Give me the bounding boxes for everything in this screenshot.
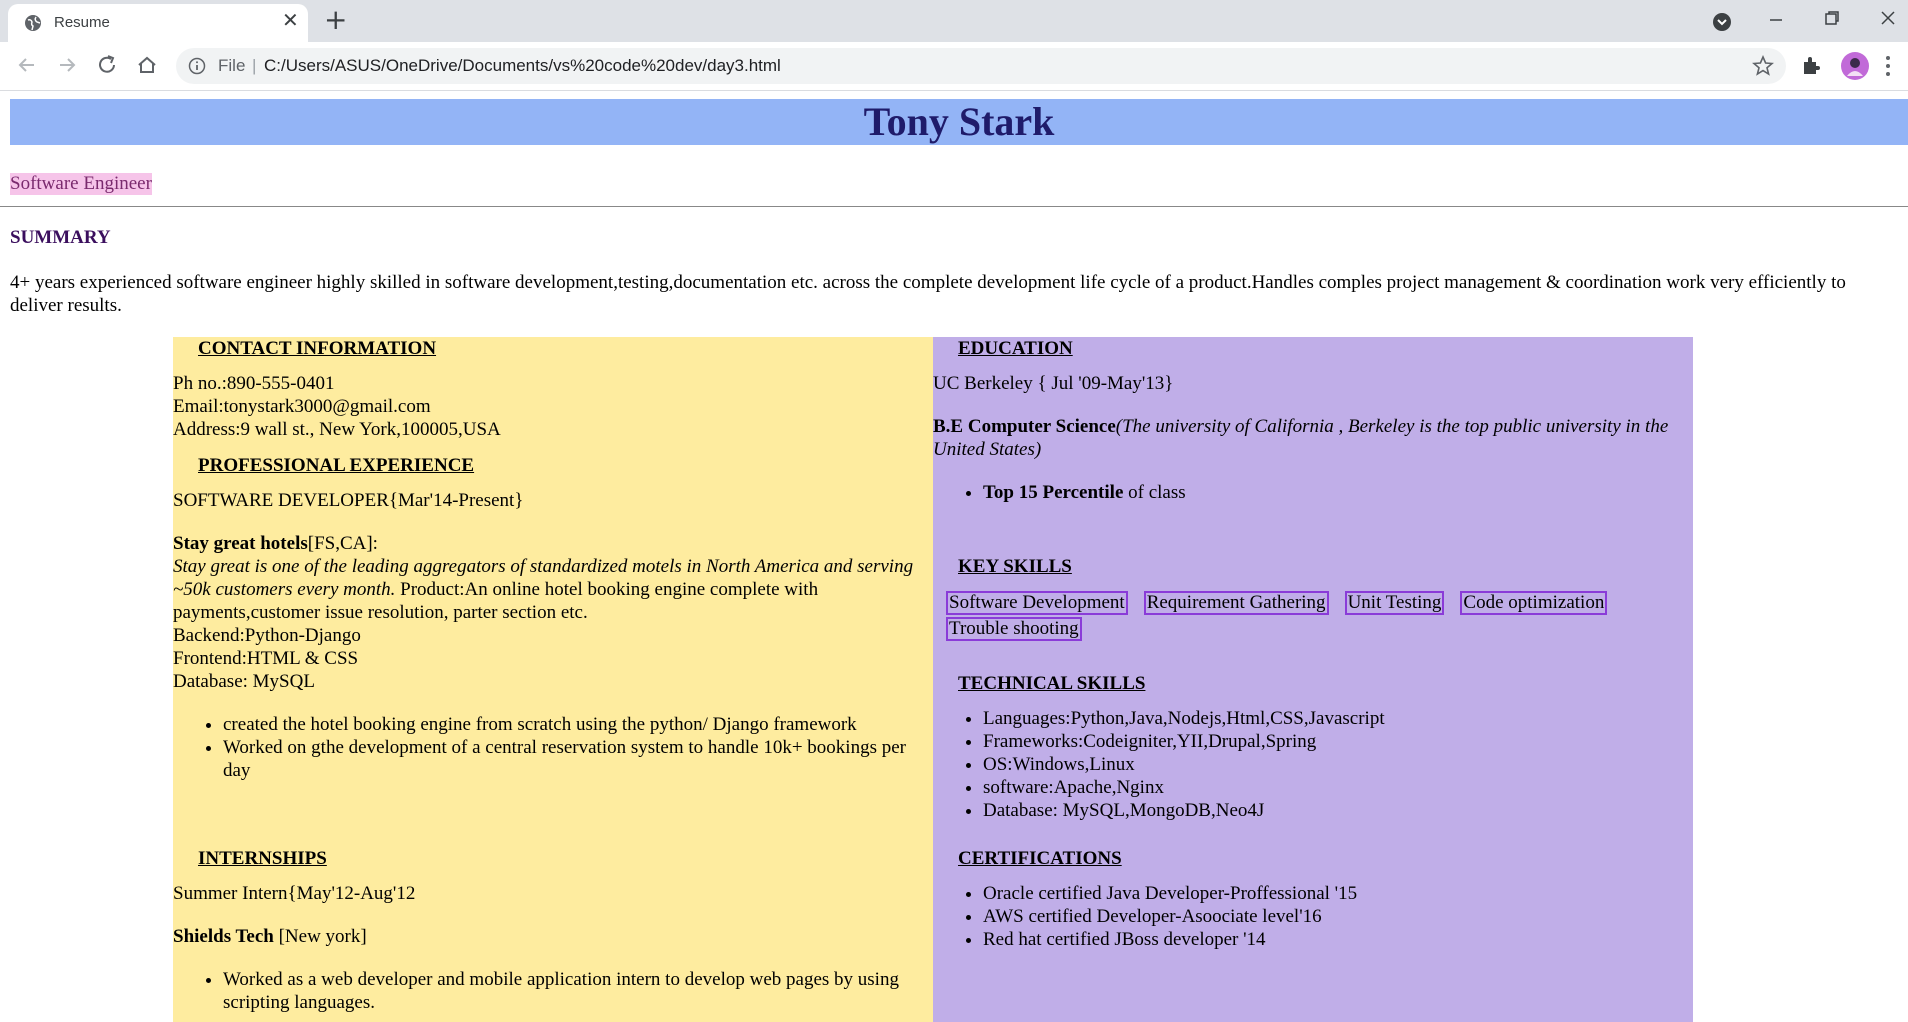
list-item: Database: MySQL,MongoDB,Neo4J [983,799,1683,822]
list-item: Top 15 Percentile of class [983,481,1683,504]
list-item: AWS certified Developer-Asoociate level'… [983,905,1683,928]
list-item: Worked on gthe development of a central … [223,736,923,782]
list-item: Worked as a web developer and mobile app… [223,968,923,1014]
left-column: CONTACT INFORMATION Ph no.:890-555-0401 … [173,337,933,1022]
back-icon[interactable] [14,52,40,78]
info-icon[interactable] [188,57,206,75]
education-degree: B.E Computer Science [933,416,1116,437]
skill-badge: Trouble shooting [946,617,1082,641]
skill-badge: Software Development [946,591,1128,615]
education-school: UC Berkeley { Jul '09-May'13} [933,373,1174,394]
skill-badge: Code optimization [1460,591,1608,615]
experience-backend: Backend:Python-Django [173,625,361,646]
education-degree-line: B.E Computer Science(The university of C… [933,415,1683,461]
home-icon[interactable] [134,52,160,78]
experience-position: SOFTWARE DEVELOPER{Mar'14-Present} [173,490,524,511]
experience-company: Stay great hotels [173,533,308,554]
address-url[interactable]: C:/Users/ASUS/OneDrive/Documents/vs%20co… [264,56,781,76]
experience-bullets: created the hotel booking engine from sc… [173,713,923,782]
browser-toolbar: File | C:/Users/ASUS/OneDrive/Documents/… [0,42,1908,91]
tab-search-icon[interactable] [1712,12,1732,32]
restore-icon[interactable] [1824,10,1840,26]
close-window-icon[interactable] [1880,10,1896,26]
experience-company-location: [FS,CA]: [307,533,378,554]
contact-heading: CONTACT INFORMATION [198,338,437,359]
list-item: created the hotel booking engine from sc… [223,713,923,736]
internship-company: Shields Tech [173,926,274,947]
technical-skills-heading: TECHNICAL SKILLS [958,673,1146,694]
key-skills-heading: KEY SKILLS [958,556,1072,577]
profile-icon [1847,58,1863,76]
minimize-icon[interactable] [1768,12,1784,28]
reload-icon[interactable] [94,52,120,78]
list-item: OS:Windows,Linux [983,753,1683,776]
list-item: Languages:Python,Java,Nodejs,Html,CSS,Ja… [983,707,1683,730]
internship-company-location: [New york] [273,926,367,947]
skill-badge: Unit Testing [1344,591,1445,615]
tab-title: Resume [54,14,110,31]
technical-skills-list: Languages:Python,Java,Nodejs,Html,CSS,Ja… [933,707,1683,822]
forward-icon[interactable] [54,52,80,78]
page-content: Tony Stark Software Engineer SUMMARY 4+ … [0,91,1908,1022]
experience-company-line: Stay great hotels[FS,CA]: [173,532,378,555]
bookmark-star-icon[interactable] [1752,55,1774,77]
internship-bullets: Worked as a web developer and mobile app… [173,968,923,1014]
experience-heading: PROFESSIONAL EXPERIENCE [198,455,475,476]
more-menu-icon[interactable] [1884,52,1892,80]
address-bar[interactable]: File | C:/Users/ASUS/OneDrive/Documents/… [176,48,1786,84]
experience-frontend: Frontend:HTML & CSS [173,648,359,669]
education-percentile: Top 15 Percentile [983,482,1124,503]
skill-badge: Requirement Gathering [1143,591,1329,615]
tab-close-icon[interactable]: ✕ [282,11,299,31]
address-separator: | [252,56,257,75]
profile-avatar[interactable] [1841,52,1869,80]
right-column: EDUCATION UC Berkeley { Jul '09-May'13} … [933,337,1693,1022]
tab-bar: Resume ✕ + [0,0,1908,42]
experience-description: Stay great is one of the leading aggrega… [173,555,923,624]
address-scheme: File [218,56,246,75]
key-skills-list: Software Development Requirement Gatherin… [946,591,1676,643]
tab-resume[interactable]: Resume ✕ [8,4,308,42]
summary-heading: SUMMARY [10,227,111,248]
contact-address: Address:9 wall st., New York,100005,USA [173,419,501,440]
list-item: Red hat certified JBoss developer '14 [983,928,1683,951]
resume-name-banner: Tony Stark [10,99,1908,145]
summary-text: 4+ years experienced software engineer h… [10,272,1846,316]
divider [0,206,1908,207]
contact-phone: Ph no.:890-555-0401 [173,373,335,394]
education-heading: EDUCATION [958,338,1073,359]
internships-heading: INTERNSHIPS [198,848,327,869]
internship-company-line: Shields Tech [New york] [173,925,367,948]
education-percentile-rest: of class [1123,482,1186,503]
extensions-icon[interactable] [1800,53,1824,77]
list-item: Frameworks:Codeigniter,YII,Drupal,Spring [983,730,1683,753]
globe-icon [25,15,41,31]
experience-database: Database: MySQL [173,671,315,692]
certifications-list: Oracle certified Java Developer-Proffess… [933,882,1683,951]
education-bullets: Top 15 Percentile of class [933,481,1683,504]
resume-role: Software Engineer [10,173,152,195]
list-item: software:Apache,Nginx [983,776,1683,799]
certifications-heading: CERTIFICATIONS [958,848,1122,869]
new-tab-icon[interactable]: + [324,6,347,34]
contact-email: Email:tonystark3000@gmail.com [173,396,431,417]
list-item: Oracle certified Java Developer-Proffess… [983,882,1683,905]
internship-position: Summer Intern{May'12-Aug'12 [173,883,416,904]
